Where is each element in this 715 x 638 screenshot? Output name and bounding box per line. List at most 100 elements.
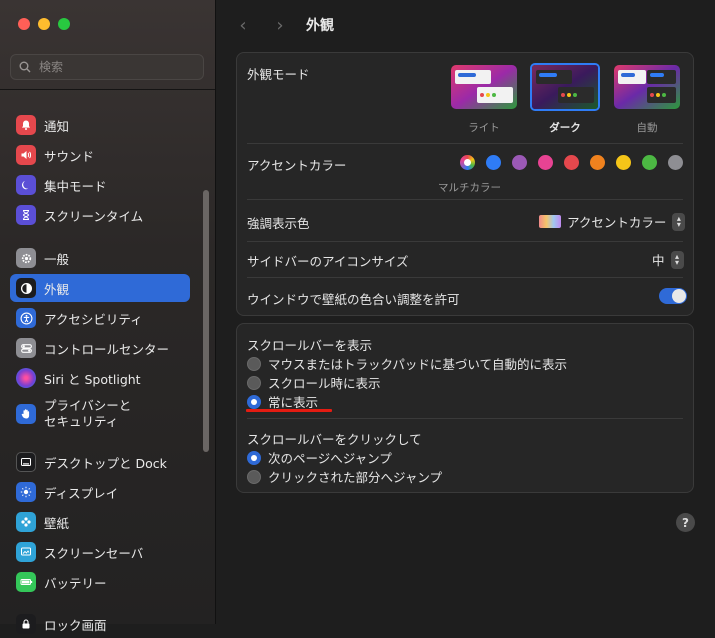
- gear-icon: [16, 248, 36, 268]
- sidebar-item-label: Siri と Spotlight: [44, 371, 141, 387]
- zoom-button[interactable]: [58, 18, 70, 30]
- chevron-updown-icon: ▴ ▾: [670, 250, 684, 269]
- click-option-next-page[interactable]: 次のページへジャンプ: [247, 448, 392, 467]
- radio-button[interactable]: [247, 375, 261, 390]
- appearance-option-light-label: ライト: [468, 122, 500, 134]
- divider: [247, 241, 683, 242]
- sidebar-item-label: デスクトップと Dock: [44, 455, 167, 471]
- accent-green-swatch[interactable]: [642, 155, 657, 170]
- accent-red-swatch[interactable]: [564, 155, 579, 170]
- sidebar-item-general[interactable]: 一般: [10, 244, 190, 272]
- appearance-option-light[interactable]: [451, 65, 517, 109]
- sidebar-item-screensaver[interactable]: スクリーンセーバ: [10, 538, 190, 566]
- radio-button-selected[interactable]: [247, 394, 261, 409]
- appearance-option-auto-label: 自動: [636, 122, 658, 134]
- appearance-option-dark-label: ダーク: [549, 122, 581, 134]
- control-center-icon: [16, 338, 36, 358]
- sidebar-item-label: 通知: [44, 118, 70, 134]
- show-scrollbars-label: スクロールバーを表示: [247, 338, 373, 353]
- forward-button[interactable]: ›: [270, 15, 290, 36]
- appearance-settings-card: 外観モード ライト ダーク 自動 アクセントカラー マルチカラー 強調表示色 ア…: [236, 52, 694, 316]
- sidebar-item-displays[interactable]: ディスプレイ: [10, 478, 190, 506]
- chevron-updown-icon: ▴ ▾: [672, 212, 686, 231]
- toolbar: ‹ › 外観: [216, 0, 715, 50]
- lock-icon: [16, 614, 36, 634]
- highlight-color-label: 強調表示色: [247, 216, 310, 231]
- red-annotation-underline: [246, 409, 332, 412]
- sidebar-item-label: 外観: [44, 281, 70, 297]
- highlight-color-value: アクセントカラー: [567, 215, 667, 230]
- sidebar-icon-size-select[interactable]: 中 ▴ ▾: [652, 250, 684, 269]
- close-button[interactable]: [18, 18, 30, 30]
- sidebar-item-label: アクセシビリティ: [44, 311, 143, 327]
- settings-window: 通知 サウンド 集中モード スクリーンタイム: [0, 0, 715, 634]
- siri-icon: [16, 368, 36, 388]
- search-field[interactable]: [10, 54, 204, 80]
- accent-purple-swatch[interactable]: [512, 155, 527, 170]
- sidebar-item-label: スクリーンタイム: [44, 208, 144, 224]
- sidebar-item-sound[interactable]: サウンド: [10, 141, 190, 169]
- sidebar-item-privacy-security[interactable]: プライバシーと セキュリティ: [10, 394, 190, 434]
- sidebar-item-label: スクリーンセーバ: [44, 545, 144, 561]
- accent-orange-swatch[interactable]: [590, 155, 605, 170]
- moon-icon: [16, 175, 36, 195]
- sidebar-item-label: プライバシーと セキュリティ: [44, 398, 131, 430]
- sidebar-scrollbar[interactable]: [203, 190, 209, 452]
- sidebar-item-label: バッテリー: [44, 575, 107, 591]
- scrollbar-settings-card: スクロールバーを表示 マウスまたはトラックパッドに基づいて自動的に表示 スクロー…: [236, 323, 694, 493]
- sidebar-item-label: サウンド: [44, 148, 95, 164]
- sidebar-item-notifications[interactable]: 通知: [10, 111, 190, 139]
- sidebar-item-label-line2: セキュリティ: [44, 414, 119, 429]
- dock-icon: [16, 452, 36, 472]
- sidebar-icon-size-label: サイドバーのアイコンサイズ: [247, 254, 409, 269]
- sidebar-item-desktop-dock[interactable]: デスクトップと Dock: [10, 448, 190, 476]
- radio-button-selected[interactable]: [247, 450, 261, 465]
- scrollbar-option-auto[interactable]: マウスまたはトラックパッドに基づいて自動的に表示: [247, 354, 567, 373]
- click-option-clicked-spot[interactable]: クリックされた部分へジャンプ: [247, 467, 442, 486]
- sidebar-item-lock-screen[interactable]: ロック画面: [10, 610, 190, 638]
- radio-button[interactable]: [247, 356, 261, 371]
- page-title: 外観: [306, 18, 334, 34]
- sidebar-item-siri-spotlight[interactable]: Siri と Spotlight: [10, 364, 190, 392]
- divider: [247, 143, 683, 144]
- sidebar-item-focus[interactable]: 集中モード: [10, 171, 190, 199]
- sidebar-item-wallpaper[interactable]: 壁紙: [10, 508, 190, 536]
- screensaver-icon: [16, 542, 36, 562]
- sidebar-item-screen-time[interactable]: スクリーンタイム: [10, 201, 190, 229]
- sidebar-item-label: 集中モード: [44, 178, 107, 194]
- accent-blue-swatch[interactable]: [486, 155, 501, 170]
- divider: [247, 418, 683, 419]
- sidebar-divider: [0, 89, 215, 90]
- accent-yellow-swatch[interactable]: [616, 155, 631, 170]
- search-input[interactable]: [37, 59, 191, 75]
- speaker-icon: [16, 145, 36, 165]
- appearance-icon: [16, 278, 36, 298]
- battery-icon: [16, 572, 36, 592]
- radio-button[interactable]: [247, 469, 261, 484]
- accent-graphite-swatch[interactable]: [668, 155, 683, 170]
- accent-pink-swatch[interactable]: [538, 155, 553, 170]
- window-controls: [18, 18, 70, 30]
- appearance-option-auto[interactable]: [614, 65, 680, 109]
- accent-multicolor-swatch[interactable]: [460, 155, 475, 170]
- sidebar-item-label-line1: プライバシーと: [44, 398, 132, 413]
- sidebar: 通知 サウンド 集中モード スクリーンタイム: [0, 0, 216, 634]
- appearance-option-dark[interactable]: [530, 63, 600, 111]
- wallpaper-tint-toggle[interactable]: [659, 288, 687, 304]
- minimize-button[interactable]: [38, 18, 50, 30]
- sidebar-item-accessibility[interactable]: アクセシビリティ: [10, 304, 190, 332]
- scrollbar-option-when-scrolling[interactable]: スクロール時に表示: [247, 373, 381, 392]
- sidebar-item-appearance[interactable]: 外観: [10, 274, 190, 302]
- divider: [247, 199, 683, 200]
- wallpaper-tint-label: ウインドウで壁紙の色合い調整を許可: [247, 292, 460, 307]
- help-button[interactable]: ?: [676, 513, 695, 532]
- display-icon: [16, 482, 36, 502]
- back-button[interactable]: ‹: [233, 15, 253, 36]
- accessibility-icon: [16, 308, 36, 328]
- sidebar-item-battery[interactable]: バッテリー: [10, 568, 190, 596]
- highlight-color-select[interactable]: アクセントカラー ▴ ▾: [539, 212, 686, 231]
- sidebar-item-control-center[interactable]: コントロールセンター: [10, 334, 190, 362]
- appearance-mode-label: 外観モード: [247, 67, 310, 82]
- search-icon: [19, 61, 31, 73]
- content-pane: ‹ › 外観 外観モード ライト ダーク 自動 アクセントカラー マルチカラー …: [216, 0, 715, 624]
